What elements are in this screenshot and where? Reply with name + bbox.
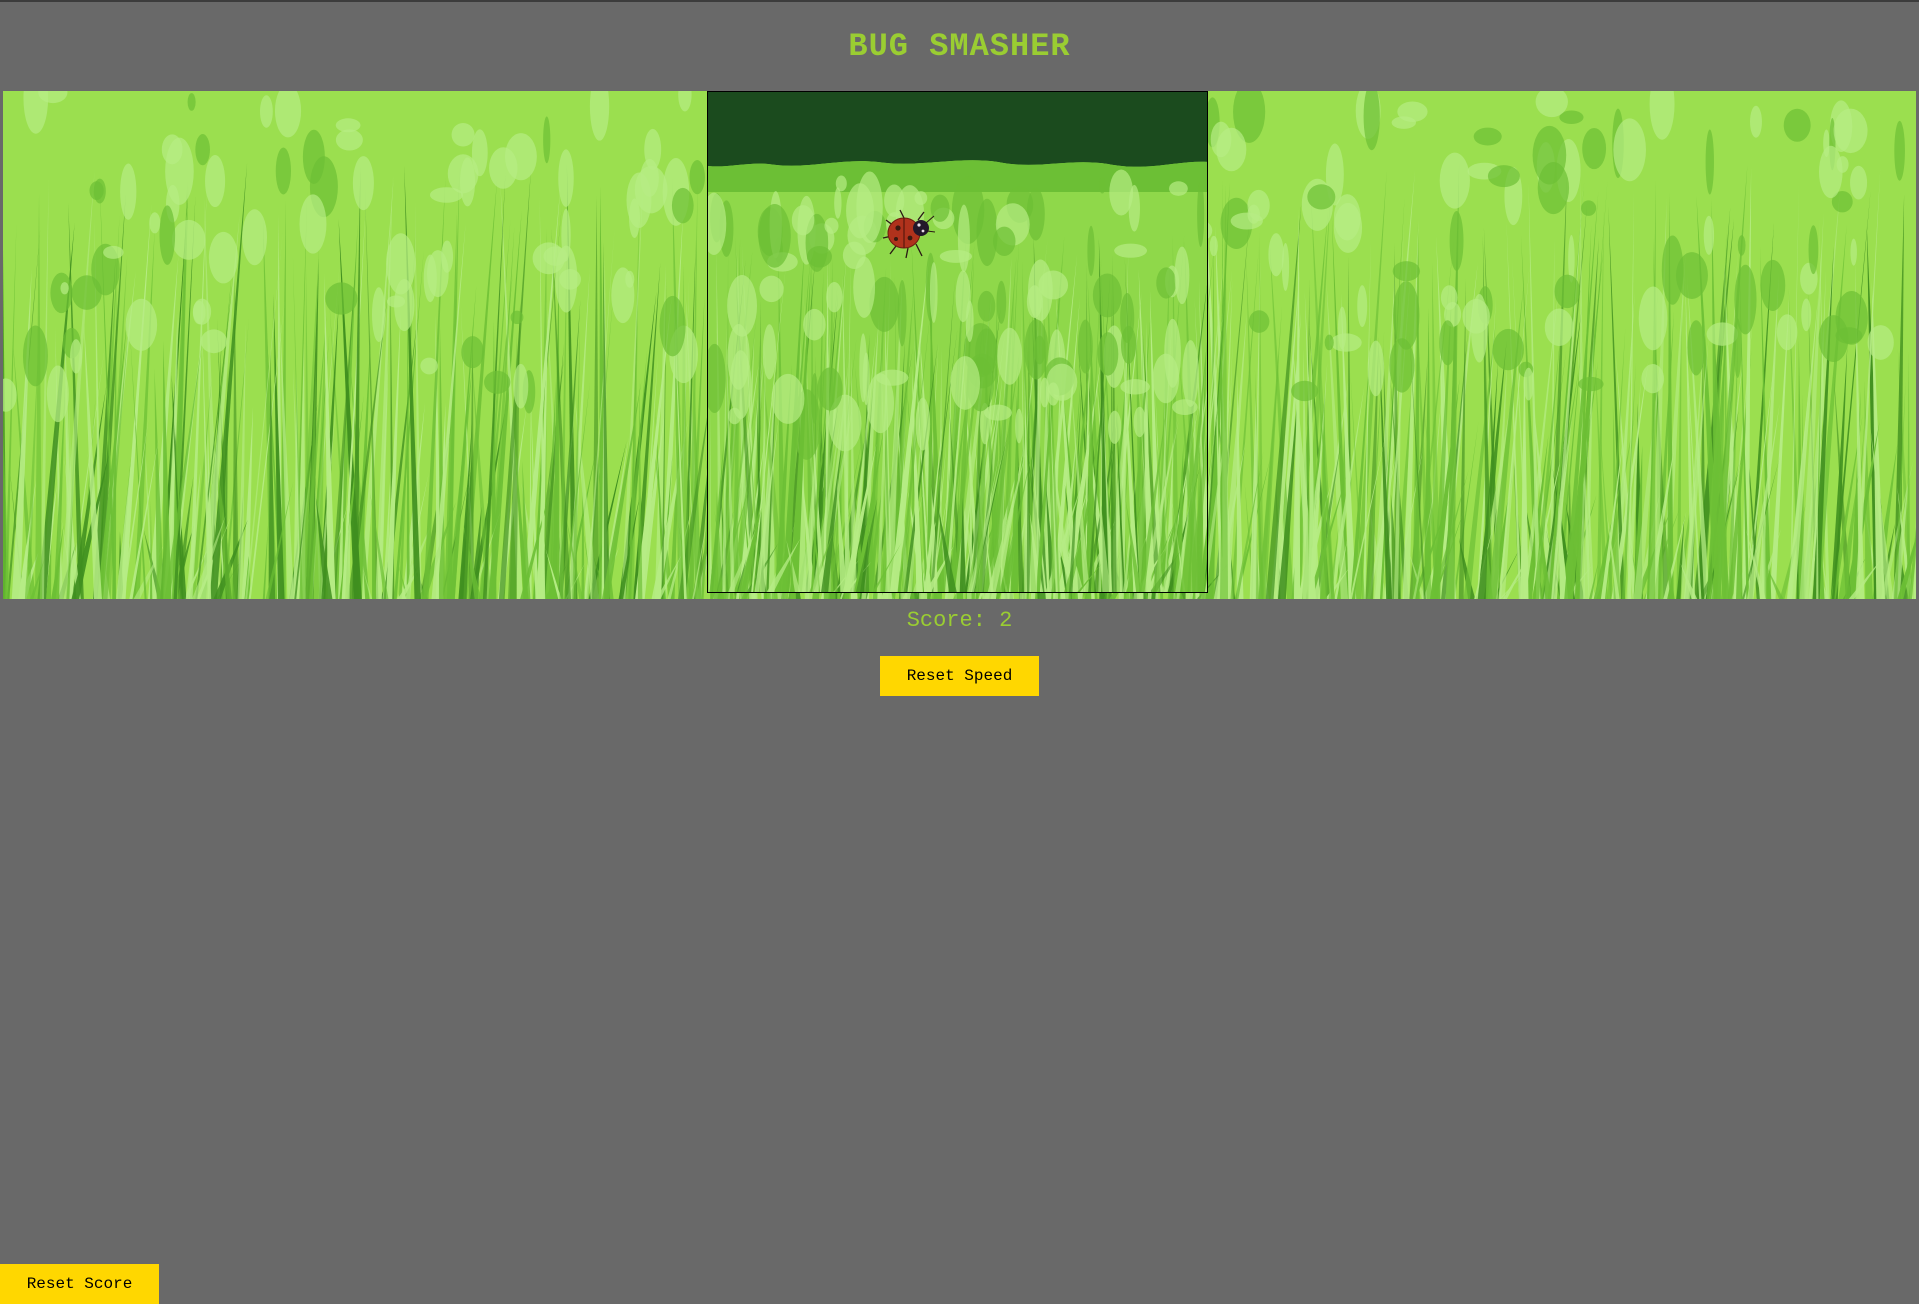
ladybug-sprite[interactable]	[880, 204, 938, 262]
top-border	[0, 0, 1919, 2]
reset-score-button[interactable]: Reset Score	[0, 1264, 159, 1304]
game-canvas[interactable]	[707, 91, 1208, 593]
control-buttons: Reset Speed Reset Score	[0, 656, 1919, 1304]
reset-speed-button[interactable]: Reset Speed	[880, 656, 1039, 696]
score-display: Score: 2	[906, 608, 1013, 633]
game-title: BUG SMASHER	[848, 28, 1071, 65]
